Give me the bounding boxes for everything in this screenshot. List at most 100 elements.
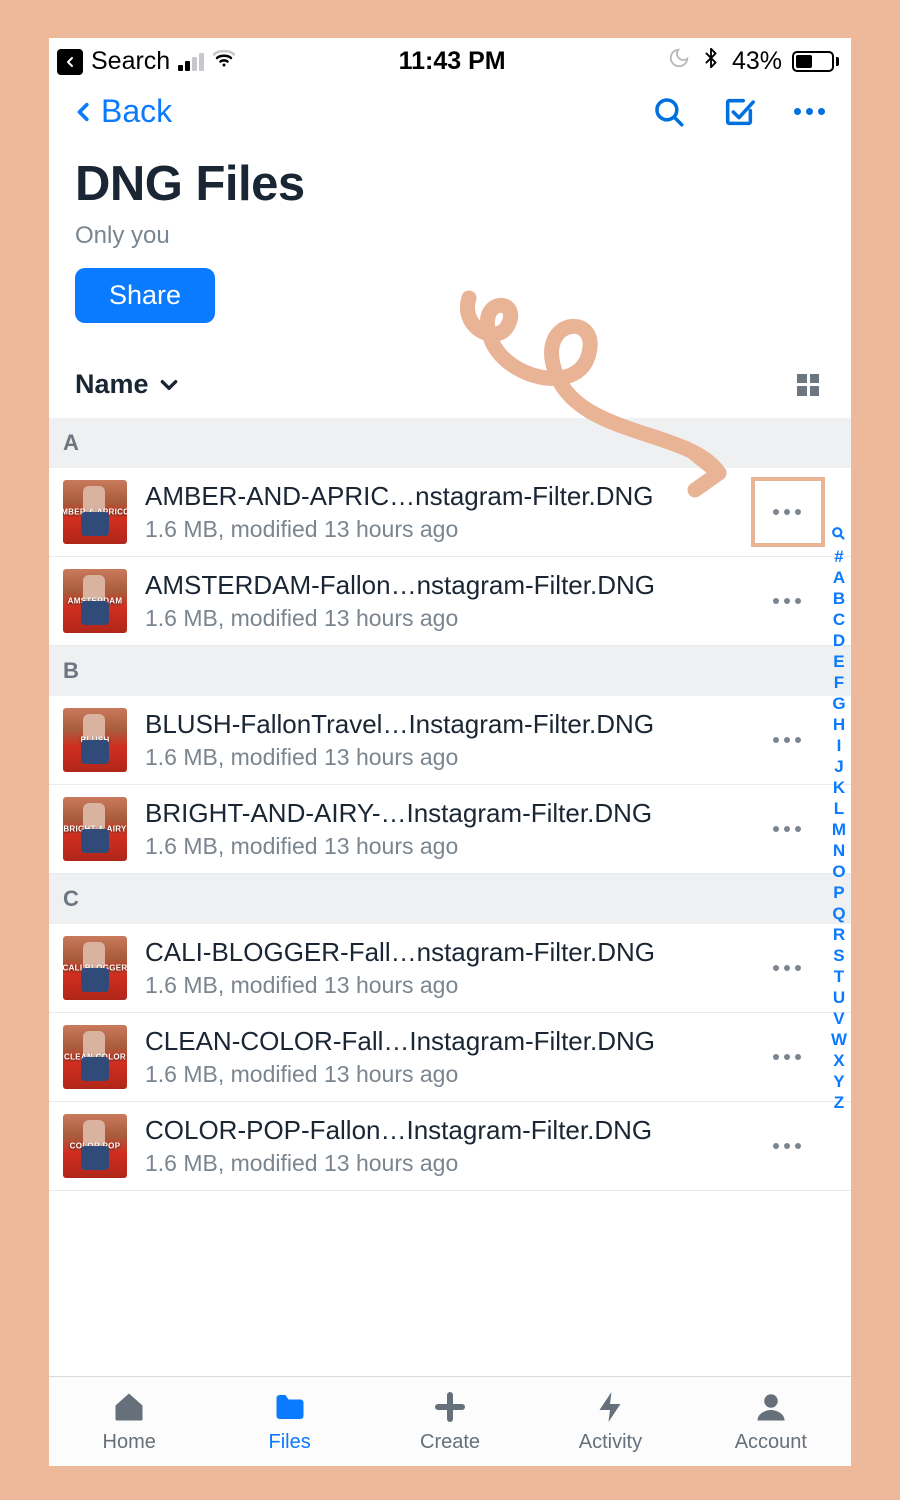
index-letter[interactable]: P	[833, 883, 844, 903]
page-title: DNG Files	[75, 156, 825, 212]
status-search-label[interactable]: Search	[91, 47, 170, 76]
file-info: AMBER-AND-APRIC…nstagram-Filter.DNG 1.6 …	[145, 481, 745, 543]
index-letter[interactable]: D	[833, 631, 845, 651]
status-time: 11:43 PM	[399, 47, 506, 76]
index-letter[interactable]: T	[834, 967, 844, 987]
file-more-icon[interactable]	[763, 955, 811, 981]
file-row[interactable]: CALI BLOGGER CALI-BLOGGER-Fall…nstagram-…	[49, 924, 851, 1013]
index-search-icon[interactable]	[831, 526, 846, 546]
tab-activity[interactable]: Activity	[530, 1377, 690, 1466]
tab-create[interactable]: Create	[370, 1377, 530, 1466]
more-icon[interactable]	[791, 94, 827, 130]
tab-files[interactable]: Files	[209, 1377, 369, 1466]
file-name: CALI-BLOGGER-Fall…nstagram-Filter.DNG	[145, 937, 745, 968]
view-grid-icon[interactable]	[797, 374, 819, 396]
index-letter[interactable]: K	[833, 778, 845, 798]
file-name: AMBER-AND-APRIC…nstagram-Filter.DNG	[145, 481, 745, 512]
file-name: BLUSH-FallonTravel…Instagram-Filter.DNG	[145, 709, 745, 740]
index-letter[interactable]: J	[834, 757, 843, 777]
index-letter[interactable]: Q	[832, 904, 845, 924]
back-label: Back	[101, 93, 172, 130]
files-icon	[272, 1389, 308, 1425]
file-row[interactable]: BRIGHT & AIRY BRIGHT-AND-AIRY-…Instagram…	[49, 785, 851, 874]
file-info: COLOR-POP-Fallon…Instagram-Filter.DNG 1.…	[145, 1115, 745, 1177]
tab-label: Create	[420, 1431, 480, 1454]
file-row[interactable]: AMBER & APRICOT AMBER-AND-APRIC…nstagram…	[49, 468, 851, 557]
create-icon	[432, 1389, 468, 1425]
file-name: COLOR-POP-Fallon…Instagram-Filter.DNG	[145, 1115, 745, 1146]
file-more-icon[interactable]	[763, 1133, 811, 1159]
tab-bar: Home Files Create Activity Account	[49, 1376, 851, 1466]
share-button[interactable]: Share	[75, 268, 215, 323]
index-letter[interactable]: N	[833, 841, 845, 861]
page-subtitle: Only you	[75, 222, 825, 250]
activity-icon	[592, 1389, 628, 1425]
index-letter[interactable]: S	[833, 946, 844, 966]
tab-home[interactable]: Home	[49, 1377, 209, 1466]
alphabet-index[interactable]: #ABCDEFGHIJKLMNOPQRSTUVWXYZ	[831, 526, 847, 1113]
index-letter[interactable]: V	[833, 1009, 844, 1029]
file-name: CLEAN-COLOR-Fall…Instagram-Filter.DNG	[145, 1026, 745, 1057]
index-letter[interactable]: I	[837, 736, 842, 756]
index-letter[interactable]: M	[832, 820, 846, 840]
index-letter[interactable]: X	[833, 1051, 844, 1071]
nav-bar: Back	[49, 83, 851, 136]
index-letter[interactable]: F	[834, 673, 844, 693]
file-more-icon[interactable]	[763, 1044, 811, 1070]
file-meta: 1.6 MB, modified 13 hours ago	[145, 516, 745, 543]
index-letter[interactable]: B	[833, 589, 845, 609]
index-letter[interactable]: Z	[834, 1093, 844, 1113]
file-row[interactable]: COLOR POP COLOR-POP-Fallon…Instagram-Fil…	[49, 1102, 851, 1191]
page-header: DNG Files Only you Share	[49, 136, 851, 345]
account-icon	[753, 1389, 789, 1425]
index-letter[interactable]: O	[832, 862, 845, 882]
battery-percentage: 43%	[732, 47, 782, 76]
index-letter[interactable]: R	[833, 925, 845, 945]
select-icon[interactable]	[721, 94, 757, 130]
file-meta: 1.6 MB, modified 13 hours ago	[145, 833, 745, 860]
file-row[interactable]: CLEAN COLOR CLEAN-COLOR-Fall…Instagram-F…	[49, 1013, 851, 1102]
file-meta: 1.6 MB, modified 13 hours ago	[145, 972, 745, 999]
file-name: AMSTERDAM-Fallon…nstagram-Filter.DNG	[145, 570, 745, 601]
tab-label: Files	[268, 1431, 310, 1454]
bluetooth-icon	[700, 47, 722, 76]
file-info: CLEAN-COLOR-Fall…Instagram-Filter.DNG 1.…	[145, 1026, 745, 1088]
index-letter[interactable]: L	[834, 799, 844, 819]
file-more-icon[interactable]	[763, 727, 811, 753]
sort-button[interactable]: Name	[75, 369, 179, 400]
index-letter[interactable]: Y	[833, 1072, 844, 1092]
file-more-icon[interactable]	[763, 816, 811, 842]
file-meta: 1.6 MB, modified 13 hours ago	[145, 1150, 745, 1177]
index-letter[interactable]: A	[833, 568, 845, 588]
file-list: A AMBER & APRICOT AMBER-AND-APRIC…nstagr…	[49, 418, 851, 1376]
cell-signal-icon	[178, 53, 204, 71]
file-more-icon[interactable]	[763, 588, 811, 614]
file-more-icon[interactable]	[763, 499, 811, 525]
index-letter[interactable]: #	[834, 547, 843, 567]
back-button[interactable]: Back	[73, 93, 172, 130]
index-letter[interactable]: E	[833, 652, 844, 672]
file-meta: 1.6 MB, modified 13 hours ago	[145, 1061, 745, 1088]
index-letter[interactable]: H	[833, 715, 845, 735]
home-icon	[111, 1389, 147, 1425]
file-info: CALI-BLOGGER-Fall…nstagram-Filter.DNG 1.…	[145, 937, 745, 999]
tab-account[interactable]: Account	[691, 1377, 851, 1466]
search-icon[interactable]	[651, 94, 687, 130]
back-to-search-icon[interactable]	[57, 49, 83, 75]
section-header: C	[49, 874, 851, 924]
index-letter[interactable]: U	[833, 988, 845, 1008]
sort-label: Name	[75, 369, 149, 400]
status-bar: Search 11:43 PM 43%	[49, 38, 851, 83]
file-info: BRIGHT-AND-AIRY-…Instagram-Filter.DNG 1.…	[145, 798, 745, 860]
phone-frame: Search 11:43 PM 43% Back	[49, 38, 851, 1466]
index-letter[interactable]: G	[832, 694, 845, 714]
index-letter[interactable]: C	[833, 610, 845, 630]
file-thumbnail: BLUSH	[63, 708, 127, 772]
chevron-down-icon	[159, 378, 179, 392]
index-letter[interactable]: W	[831, 1030, 847, 1050]
section-header: B	[49, 646, 851, 696]
file-row[interactable]: BLUSH BLUSH-FallonTravel…Instagram-Filte…	[49, 696, 851, 785]
file-thumbnail: CALI BLOGGER	[63, 936, 127, 1000]
file-meta: 1.6 MB, modified 13 hours ago	[145, 744, 745, 771]
file-row[interactable]: AMSTERDAM AMSTERDAM-Fallon…nstagram-Filt…	[49, 557, 851, 646]
